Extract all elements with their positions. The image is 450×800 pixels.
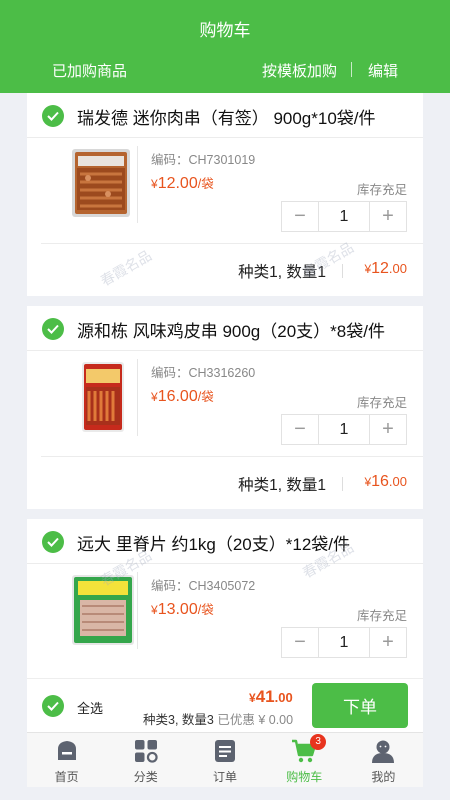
cart-item: 瑞发德 迷你肉串（有签） 900g*10袋/件 编码：CH7301019 ¥12… [27, 93, 423, 296]
product-code: 编码：CH3405072 [151, 579, 256, 593]
category-icon [134, 740, 158, 763]
quantity-input[interactable]: 1 [318, 202, 370, 231]
item-checkbox[interactable] [42, 531, 64, 553]
checkmark-icon [47, 537, 59, 547]
checkmark-icon [47, 111, 59, 121]
checkout-bar: 全选 ¥41.00 种类3, 数量3 已优惠 ¥ 0.00 下单 [27, 678, 423, 732]
product-image[interactable] [68, 359, 138, 434]
unit-price: ¥13.00/袋 [151, 601, 214, 618]
tab-label: 首页 [54, 770, 79, 784]
increase-button[interactable]: + [370, 202, 406, 231]
stock-status: 库存充足 [356, 183, 407, 197]
product-image[interactable] [68, 146, 138, 221]
item-checkbox[interactable] [42, 318, 64, 340]
tab-cart[interactable]: 3 购物车 [265, 733, 344, 787]
item-summary-row: 种类1, 数量1 ¥16.00 [41, 456, 423, 508]
tab-label: 购物车 [286, 770, 323, 784]
checkmark-icon [47, 701, 59, 711]
unit-price: ¥12.00/袋 [151, 175, 214, 192]
quantity-input[interactable]: 1 [318, 415, 370, 444]
cart-badge: 3 [310, 734, 327, 750]
cart-item-header: 源和栋 风味鸡皮串 900g（20支）*8袋/件 [27, 306, 423, 351]
tab-label: 订单 [213, 770, 238, 784]
increase-button[interactable]: + [370, 415, 406, 444]
quantity-stepper: − 1 + [281, 627, 407, 658]
item-subtotal: ¥16.00 [364, 473, 407, 490]
item-summary-row: 种类1, 数量1 ¥12.00 [41, 243, 423, 295]
item-summary: 种类1, 数量1 [238, 264, 326, 281]
select-all-checkbox[interactable] [42, 695, 64, 717]
total-info: 种类3, 数量3 已优惠 ¥ 0.00 [143, 713, 294, 727]
item-summary: 种类1, 数量1 [238, 477, 326, 494]
stock-status: 库存充足 [356, 396, 407, 410]
total-price: ¥41.00 [249, 687, 293, 706]
page-title: 购物车 [199, 21, 251, 40]
product-name[interactable]: 瑞发德 迷你肉串（有签） 900g*10袋/件 [77, 104, 376, 129]
tab-bar: 首页 分类 订单 3 购物车 我的 [27, 732, 423, 787]
decrease-button[interactable]: − [282, 628, 318, 657]
decrease-button[interactable]: − [282, 202, 318, 231]
cart-item: 源和栋 风味鸡皮串 900g（20支）*8袋/件 编码：CH3316260 ¥1… [27, 306, 423, 509]
cart-item-header: 瑞发德 迷你肉串（有签） 900g*10袋/件 [27, 93, 423, 138]
decrease-button[interactable]: − [282, 415, 318, 444]
tab-orders[interactable]: 订单 [185, 733, 264, 787]
add-by-template-button[interactable]: 按模板加购 [262, 60, 337, 81]
header-divider [351, 62, 352, 77]
order-icon [215, 740, 235, 762]
tab-home[interactable]: 首页 [27, 733, 106, 787]
summary-divider [342, 477, 343, 491]
tab-profile[interactable]: 我的 [344, 733, 423, 787]
purchased-items-label: 已加购商品 [52, 63, 128, 80]
header: 购物车 已加购商品 按模板加购 编辑 [0, 0, 450, 93]
select-all-label[interactable]: 全选 [77, 698, 103, 717]
cart-item-header: 远大 里脊片 约1kg（20支）*12袋/件 [27, 519, 423, 564]
product-code: 编码：CH3316260 [151, 366, 256, 380]
cart-list: 瑞发德 迷你肉串（有签） 900g*10袋/件 编码：CH7301019 ¥12… [27, 93, 423, 732]
profile-icon [372, 740, 395, 763]
tab-label: 我的 [371, 770, 396, 784]
stock-status: 库存充足 [356, 609, 407, 623]
item-subtotal: ¥12.00 [364, 260, 407, 277]
product-name[interactable]: 源和栋 风味鸡皮串 900g（20支）*8袋/件 [77, 317, 385, 342]
home-icon [57, 741, 76, 760]
tab-label: 分类 [133, 770, 158, 784]
quantity-input[interactable]: 1 [318, 628, 370, 657]
product-code: 编码：CH7301019 [151, 153, 256, 167]
increase-button[interactable]: + [370, 628, 406, 657]
edit-button[interactable]: 编辑 [368, 60, 398, 81]
place-order-button[interactable]: 下单 [312, 683, 408, 728]
quantity-stepper: − 1 + [281, 414, 407, 445]
tab-category[interactable]: 分类 [106, 733, 185, 787]
quantity-stepper: − 1 + [281, 201, 407, 232]
item-checkbox[interactable] [42, 105, 64, 127]
product-image[interactable] [68, 572, 138, 647]
summary-divider [342, 264, 343, 278]
checkmark-icon [47, 324, 59, 334]
product-name[interactable]: 远大 里脊片 约1kg（20支）*12袋/件 [77, 530, 350, 555]
unit-price: ¥16.00/袋 [151, 388, 214, 405]
